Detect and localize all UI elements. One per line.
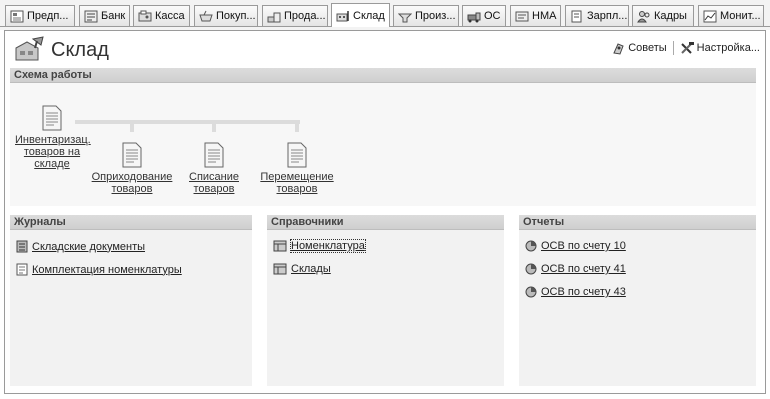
tab-label: Зарпл... <box>587 10 628 22</box>
document-icon <box>42 105 62 131</box>
tab-monitor[interactable]: Монит... <box>698 5 764 26</box>
report-item-account-41[interactable]: ОСВ по счету 41 <box>525 263 626 275</box>
tab-label: Покуп... <box>216 10 256 22</box>
tab-fixed-assets[interactable]: ОС <box>462 5 506 26</box>
report-link[interactable]: ОСВ по счету 43 <box>541 286 626 298</box>
journal-item-warehouse-docs[interactable]: Складские документы <box>16 240 145 253</box>
tips-link[interactable]: Советы <box>612 42 667 55</box>
references-column: Справочники Номенклатура Склады <box>267 215 504 386</box>
tab-enterprise[interactable]: Предп... <box>5 5 75 26</box>
scheme-node-label[interactable]: Инвентаризац. товаров на складе <box>15 134 91 170</box>
monitor-icon <box>703 10 717 22</box>
scheme-node-label[interactable]: Списание товаров <box>189 171 239 195</box>
tab-label: Кадры <box>654 10 687 22</box>
tab-label: Монит... <box>720 10 761 22</box>
catalog-icon <box>273 263 287 275</box>
personnel-icon <box>637 10 650 22</box>
warehouse-icon <box>336 11 349 22</box>
tab-label: ОС <box>484 10 501 22</box>
tab-label: Банк <box>101 10 126 22</box>
fixed-assets-icon <box>467 12 481 22</box>
journal-icon <box>16 240 28 253</box>
scheme-connector <box>130 120 134 132</box>
reports-header: Отчеты <box>519 215 756 230</box>
tab-label: НМА <box>532 10 557 22</box>
references-header: Справочники <box>267 215 504 230</box>
tab-cash[interactable]: Касса <box>133 5 190 26</box>
tab-label: Произ... <box>415 10 456 22</box>
sales-icon <box>267 12 281 22</box>
tab-warehouse[interactable]: Склад <box>331 3 390 27</box>
tab-label: Предп... <box>27 10 69 22</box>
settings-label: Настройка... <box>696 42 760 54</box>
scheme-connector <box>212 120 216 132</box>
scheme-connector <box>295 120 299 132</box>
scheme-node-label[interactable]: Перемещение товаров <box>260 171 333 195</box>
report-icon <box>525 240 537 252</box>
report-link[interactable]: ОСВ по счету 10 <box>541 240 626 252</box>
report-icon <box>525 286 537 298</box>
production-icon <box>398 13 412 22</box>
warehouse-logo-icon <box>15 36 44 61</box>
reference-item-warehouses[interactable]: Склады <box>273 263 331 275</box>
tab-production[interactable]: Произ... <box>393 5 459 26</box>
reference-item-nomenclature[interactable]: Номенклатура <box>273 239 366 253</box>
scheme-connector <box>75 120 300 124</box>
document-icon <box>287 142 307 168</box>
document-icon <box>204 142 224 168</box>
report-item-account-43[interactable]: ОСВ по счету 43 <box>525 286 626 298</box>
bank-icon <box>84 10 98 22</box>
section-tab-bar: Предп... Банк Касса Покуп... Прода... Ск… <box>0 0 770 30</box>
tab-label: Касса <box>155 10 185 22</box>
header-separator <box>672 41 674 55</box>
tab-sales[interactable]: Прода... <box>262 5 328 26</box>
salary-icon <box>571 10 582 22</box>
settings-link[interactable]: Настройка... <box>680 41 760 55</box>
journal-item-assembly[interactable]: Комплектация номенклатуры <box>16 263 182 276</box>
scheme-node-inventory[interactable]: Инвентаризац. товаров на складе <box>15 105 91 170</box>
journal-link[interactable]: Комплектация номенклатуры <box>32 264 182 276</box>
scheme-node-receipt[interactable]: Оприходование товаров <box>90 142 174 195</box>
page-header: Склад <box>13 36 109 64</box>
header-actions: Советы Настройка... <box>612 41 760 55</box>
reports-column: Отчеты ОСВ по счету 10 ОСВ по счету 41 О… <box>519 215 756 386</box>
tab-label: Склад <box>353 9 385 22</box>
tab-personnel[interactable]: Кадры <box>632 5 694 26</box>
catalog-icon <box>273 240 287 252</box>
tips-label: Советы <box>628 42 667 54</box>
purchases-icon <box>199 10 213 21</box>
document-icon <box>122 142 142 168</box>
scheme-node-label[interactable]: Оприходование товаров <box>92 171 173 195</box>
scheme-node-transfer[interactable]: Перемещение товаров <box>258 142 336 195</box>
scheme-header: Схема работы <box>10 68 756 83</box>
enterprise-icon <box>10 10 24 22</box>
document-list-icon <box>16 263 28 276</box>
wrench-hammer-icon <box>680 41 694 54</box>
journals-header: Журналы <box>10 215 252 230</box>
journal-link[interactable]: Складские документы <box>32 241 145 253</box>
tips-icon <box>613 42 624 55</box>
tab-purchases[interactable]: Покуп... <box>194 5 258 26</box>
page-title: Склад <box>51 38 109 61</box>
tab-label: Прода... <box>284 10 326 22</box>
scheme-node-write-off[interactable]: Списание товаров <box>178 142 250 195</box>
report-icon <box>525 263 537 275</box>
tab-bank[interactable]: Банк <box>79 5 130 26</box>
reference-link[interactable]: Склады <box>291 263 331 275</box>
cash-icon <box>138 10 152 21</box>
report-item-account-10[interactable]: ОСВ по счету 10 <box>525 240 626 252</box>
intangible-assets-icon <box>515 11 529 21</box>
tab-salary[interactable]: Зарпл... <box>565 5 629 26</box>
report-link[interactable]: ОСВ по счету 41 <box>541 263 626 275</box>
reference-link[interactable]: Номенклатура <box>290 239 366 253</box>
journals-column: Журналы Складские документы Комплектация… <box>10 215 252 386</box>
tab-intangible-assets[interactable]: НМА <box>510 5 561 26</box>
